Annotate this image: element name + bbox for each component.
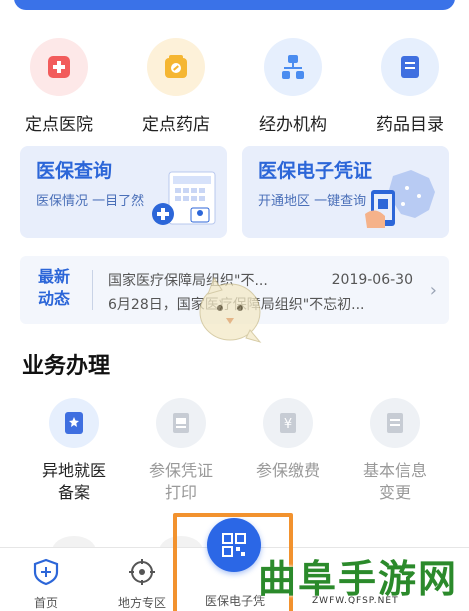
service-label: 参保凭证 打印 (126, 460, 236, 504)
service-label-line: 异地就医 (41, 461, 106, 480)
location-target-icon (129, 559, 155, 585)
pharmacy-icon (147, 38, 205, 96)
service-label-line: 打印 (164, 483, 197, 502)
agency-icon (264, 38, 322, 96)
news-tag: 最新 动态 (38, 266, 70, 310)
card-e-voucher[interactable]: 医保电子凭证 开通地区 一键查询 (242, 146, 449, 238)
card-subtitle: 开通地区 一键查询 (258, 194, 367, 209)
quick-entry-label: 经办机构 (259, 115, 327, 135)
nav-home[interactable]: 首页 (26, 558, 66, 611)
news-date: 2019-06-30 (331, 272, 413, 288)
service-info-change[interactable]: 基本信息 变更 (340, 398, 450, 504)
remote-medical-icon (49, 398, 99, 448)
card-subtitle: 医保情况 一目了然 (36, 194, 145, 209)
home-shield-icon (33, 558, 59, 586)
quick-entry-label: 定点药店 (142, 115, 210, 135)
quick-entry-label: 药品目录 (376, 115, 444, 135)
news-tag-line: 最新 (38, 267, 71, 286)
service-label: 基本信息 变更 (340, 460, 450, 504)
news-divider (92, 270, 93, 310)
mascot-watermark (190, 268, 270, 352)
chevron-right-icon[interactable]: › (430, 280, 437, 301)
print-certificate-icon (156, 398, 206, 448)
yuan-payment-icon: ¥ (263, 398, 313, 448)
service-remote-medical[interactable]: 异地就医 备案 (19, 398, 129, 504)
news-tag-line: 动态 (38, 289, 71, 308)
nav-label: 地方专区 (117, 596, 166, 610)
card-insurance-query[interactable]: 医保查询 医保情况 一目了然 (20, 146, 227, 238)
nav-local-zone[interactable]: 地方专区 (112, 558, 172, 611)
quick-entry-hospital[interactable]: 定点医院 (9, 38, 109, 135)
quick-entry-pharmacy[interactable]: 定点药店 (126, 38, 226, 135)
section-title: 业务办理 (22, 354, 111, 379)
service-label-line: 参保缴费 (255, 461, 320, 480)
service-print-certificate[interactable]: 参保凭证 打印 (126, 398, 236, 504)
service-label: 参保缴费 (233, 460, 343, 482)
card-title: 医保电子凭证 (258, 160, 373, 182)
insurance-query-icon (149, 168, 221, 234)
e-voucher-map-icon (363, 166, 443, 234)
quick-entry-row: 定点医院 定点药店 经办机构 药品目录 (0, 38, 469, 135)
service-label-line: 基本信息 (362, 461, 427, 480)
service-label-line: 备案 (57, 483, 90, 502)
quick-entry-catalog[interactable]: 药品目录 (360, 38, 460, 135)
site-watermark-url: ZWFW.QFSP.NET (312, 596, 399, 606)
service-label-line: 变更 (378, 483, 411, 502)
service-label-line: 参保凭证 (148, 461, 213, 480)
nav-label: 首页 (33, 596, 58, 610)
service-payment[interactable]: ¥ 参保缴费 (233, 398, 343, 482)
info-change-icon (370, 398, 420, 448)
site-watermark-title: 曲阜手游网 (258, 556, 459, 601)
hospital-icon (30, 38, 88, 96)
site-watermark: 曲阜手游网 ZWFW.QFSP.NET (258, 548, 466, 608)
service-label: 异地就医 备案 (19, 460, 129, 504)
card-title: 医保查询 (36, 160, 113, 182)
svg-text:¥: ¥ (284, 417, 292, 432)
catalog-icon (381, 38, 439, 96)
quick-entry-agency[interactable]: 经办机构 (243, 38, 343, 135)
top-banner[interactable] (14, 0, 455, 10)
quick-entry-label: 定点医院 (25, 115, 93, 135)
